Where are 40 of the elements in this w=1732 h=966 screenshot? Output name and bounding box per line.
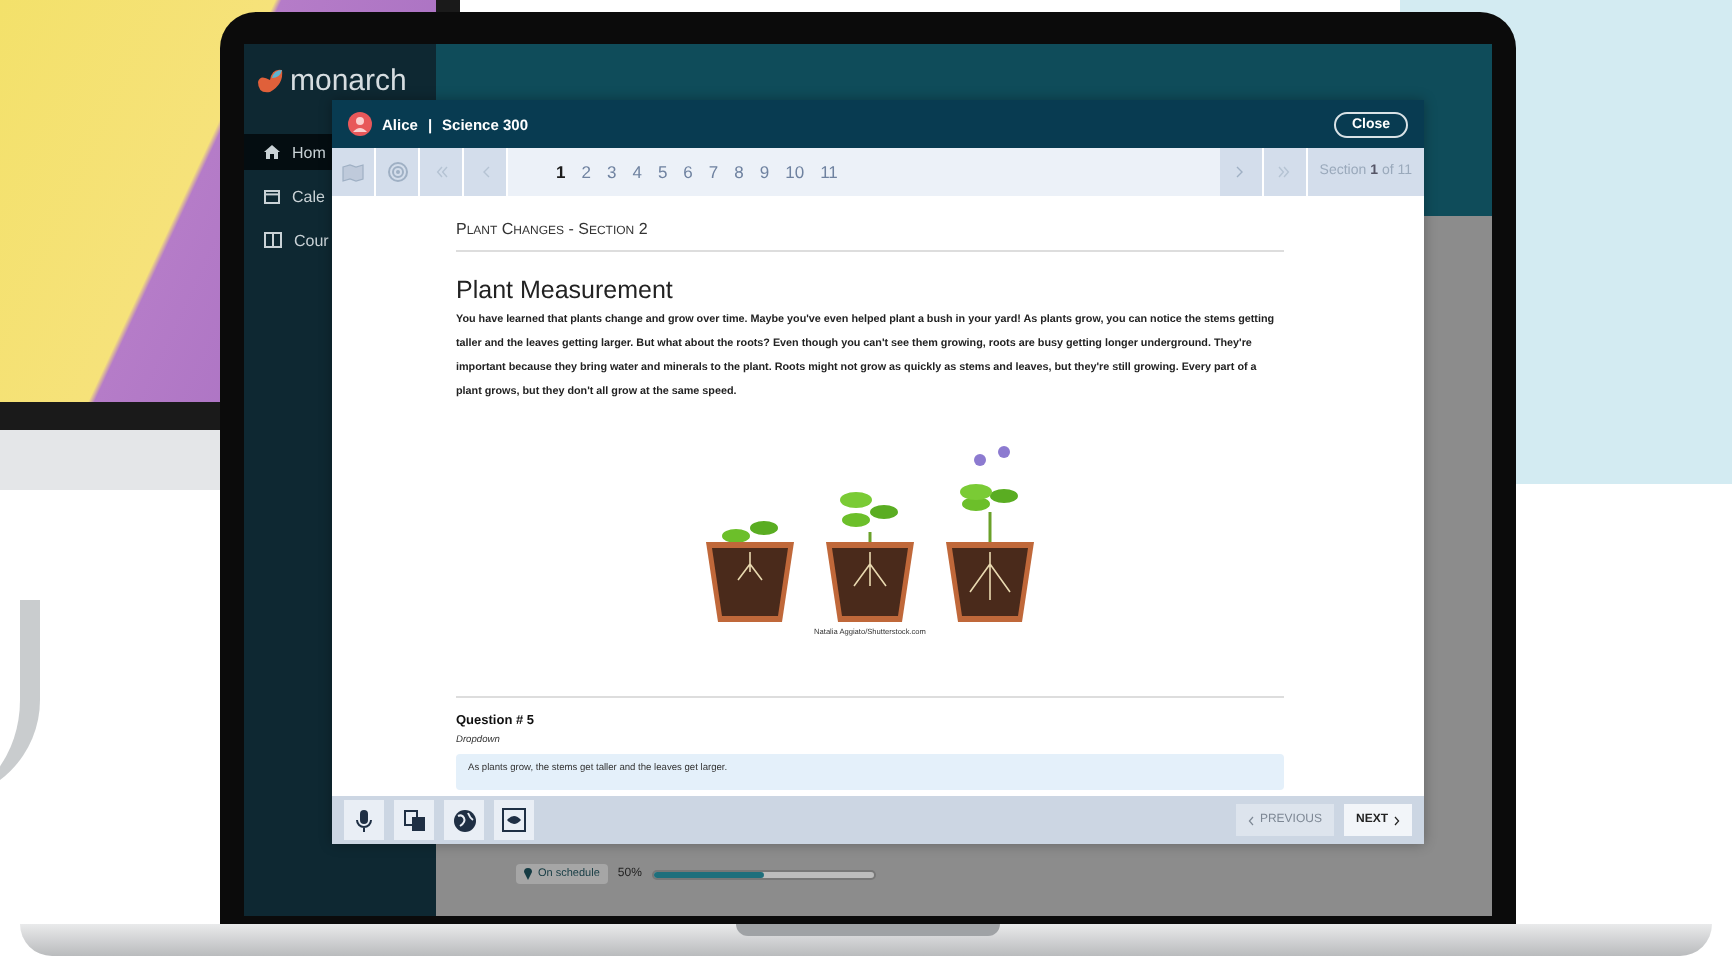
logo-text: monarch xyxy=(290,64,407,98)
butterfly-logo-icon xyxy=(256,68,284,94)
avatar-icon xyxy=(348,112,372,136)
panel-icon xyxy=(264,232,282,248)
breadcrumb: Plant Changes - Section 2 xyxy=(456,220,1284,252)
page-number[interactable]: 7 xyxy=(704,162,723,182)
first-page-button[interactable] xyxy=(420,148,464,196)
map-button[interactable] xyxy=(332,148,376,196)
chevron-right-icon xyxy=(1394,815,1400,825)
translate-tool-button[interactable] xyxy=(394,800,434,840)
page-number[interactable]: 5 xyxy=(653,162,672,182)
mic-tool-button[interactable] xyxy=(344,800,384,840)
eye-icon xyxy=(502,808,526,832)
page-number[interactable]: 1 xyxy=(552,162,570,182)
page-number[interactable]: 4 xyxy=(628,162,646,182)
chevron-right-icon xyxy=(1236,166,1245,178)
last-page-button[interactable] xyxy=(1263,148,1308,196)
page-number[interactable]: 3 xyxy=(602,162,621,182)
double-chevron-right-icon xyxy=(1278,166,1291,178)
globe-tool-button[interactable] xyxy=(444,800,484,840)
eye-tool-button[interactable] xyxy=(494,800,534,840)
previous-page-button[interactable] xyxy=(464,148,508,196)
translate-icon xyxy=(403,809,425,831)
next-page-button[interactable] xyxy=(1219,148,1264,196)
home-icon xyxy=(264,144,280,160)
page-number[interactable]: 6 xyxy=(679,162,697,182)
microphone-icon xyxy=(356,809,372,831)
target-icon xyxy=(387,162,407,182)
page-number[interactable]: 2 xyxy=(577,162,595,182)
calendar-icon xyxy=(264,188,280,204)
map-icon xyxy=(342,163,364,181)
chevron-left-icon xyxy=(1247,815,1254,825)
double-chevron-left-icon xyxy=(435,166,447,178)
page-number[interactable]: 10 xyxy=(781,162,809,182)
lesson-title: Plant Measurement xyxy=(456,276,675,304)
pin-icon xyxy=(524,868,532,880)
page-number[interactable]: 11 xyxy=(816,162,842,182)
page-number[interactable]: 9 xyxy=(755,162,774,182)
page-number[interactable]: 8 xyxy=(730,162,748,182)
target-button[interactable] xyxy=(376,148,420,196)
